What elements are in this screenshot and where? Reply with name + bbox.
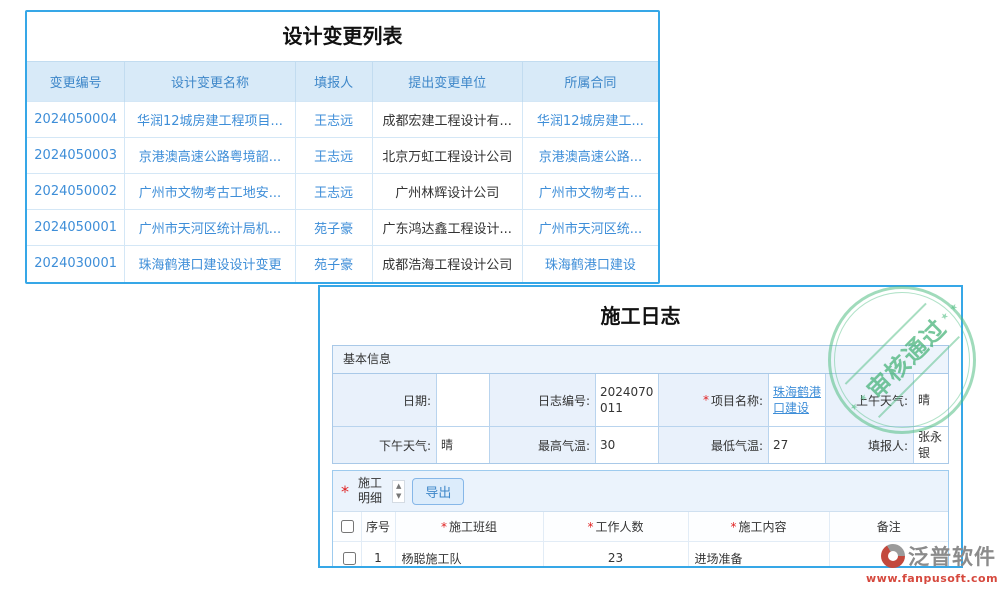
- select-all-cell: [333, 512, 361, 542]
- project-name-label: *项目名称:: [658, 374, 768, 426]
- col-reporter: 填报人: [295, 62, 372, 102]
- col-change-id: 变更编号: [27, 62, 125, 102]
- col-note: 备注: [829, 512, 948, 542]
- max-temp-label: 最高气温:: [489, 426, 595, 463]
- detail-section-label: 施工明细: [358, 476, 385, 506]
- detail-spinner: ▲ ▼: [392, 480, 405, 503]
- design-change-list-title: 设计变更列表: [27, 12, 658, 61]
- contract-link[interactable]: 京港澳高速公路...: [522, 138, 658, 174]
- col-change-name: 设计变更名称: [125, 62, 295, 102]
- row-checkbox[interactable]: [343, 552, 356, 565]
- fanpu-logo: 泛普软件 www.fanpusoft.com: [866, 541, 996, 585]
- change-name-link[interactable]: 京港澳高速公路粤境韶...: [125, 138, 295, 174]
- detail-table-header: 序号 *施工班组 *工作人数 *施工内容 备注: [333, 512, 948, 542]
- pm-weather-field: 晴: [436, 426, 489, 463]
- reporter-link[interactable]: 苑子豪: [295, 210, 372, 246]
- project-name-field: 珠海鹤港口建设: [768, 374, 825, 426]
- basic-info-section: 基本信息 日期: 日志编号: 2024070011 *项目名称: 珠海鹤港口建设…: [332, 345, 949, 464]
- project-name-link[interactable]: 珠海鹤港口建设: [773, 384, 821, 416]
- seq-cell: 1: [361, 542, 395, 569]
- construction-log-panel: 施工日志 基本信息 日期: 日志编号: 2024070011 *项目名称: 珠海…: [318, 285, 963, 568]
- table-row: 2024050002 广州市文物考古工地安... 王志远 广州林辉设计公司 广州…: [27, 174, 658, 210]
- table-row: 2024050001 广州市天河区统计局机... 苑子豪 广东鸿达鑫工程设计..…: [27, 210, 658, 246]
- change-id-link[interactable]: 2024050004: [27, 102, 125, 138]
- change-id-link[interactable]: 2024050003: [27, 138, 125, 174]
- construction-log-title: 施工日志: [320, 287, 961, 345]
- contract-link[interactable]: 华润12城房建工...: [522, 102, 658, 138]
- contract-link[interactable]: 广州市天河区统...: [522, 210, 658, 246]
- reporter-link[interactable]: 王志远: [295, 102, 372, 138]
- proposing-unit-cell: 成都浩海工程设计公司: [372, 246, 522, 282]
- min-temp-field: 27: [768, 426, 825, 463]
- reporter-link[interactable]: 王志远: [295, 138, 372, 174]
- basic-info-grid: 日期: 日志编号: 2024070011 *项目名称: 珠海鹤港口建设 上午天气…: [333, 374, 948, 463]
- col-seq: 序号: [361, 512, 395, 542]
- basic-info-header: 基本信息: [333, 346, 948, 374]
- col-workers: *工作人数: [543, 512, 688, 542]
- fanpu-logo-icon: [881, 544, 905, 568]
- change-name-link[interactable]: 华润12城房建工程项目...: [125, 102, 295, 138]
- proposing-unit-cell: 成都宏建工程设计有...: [372, 102, 522, 138]
- workers-cell: 23: [543, 542, 688, 569]
- reporter-link[interactable]: 王志远: [295, 174, 372, 210]
- detail-toolbar: * 施工明细 ▲ ▼ 导出: [333, 471, 948, 511]
- required-marker: *: [341, 482, 349, 501]
- proposing-unit-cell: 广州林辉设计公司: [372, 174, 522, 210]
- log-number-field: 2024070011: [595, 374, 658, 426]
- required-marker: *: [441, 520, 447, 534]
- spinner-up-icon[interactable]: ▲: [396, 483, 401, 490]
- detail-table: 序号 *施工班组 *工作人数 *施工内容 备注 1 杨聪施工队 23 进场准备: [333, 511, 948, 568]
- design-change-table: 变更编号 设计变更名称 填报人 提出变更单位 所属合同 2024050004 华…: [27, 61, 658, 282]
- design-change-table-header: 变更编号 设计变更名称 填报人 提出变更单位 所属合同: [27, 62, 658, 102]
- page: 设计变更列表 变更编号 设计变更名称 填报人 提出变更单位 所属合同 20240…: [0, 0, 1000, 600]
- col-team: *施工班组: [395, 512, 543, 542]
- export-button[interactable]: 导出: [412, 478, 464, 505]
- min-temp-label: 最低气温:: [658, 426, 768, 463]
- col-proposing-unit: 提出变更单位: [372, 62, 522, 102]
- row-select-cell: [333, 542, 361, 569]
- col-content: *施工内容: [688, 512, 829, 542]
- proposing-unit-cell: 北京万虹工程设计公司: [372, 138, 522, 174]
- pm-weather-label: 下午天气:: [333, 426, 436, 463]
- reporter-link[interactable]: 苑子豪: [295, 246, 372, 282]
- select-all-checkbox[interactable]: [341, 520, 354, 533]
- spinner-down-icon[interactable]: ▼: [396, 493, 401, 500]
- date-field: [436, 374, 489, 426]
- proposing-unit-cell: 广东鸿达鑫工程设计...: [372, 210, 522, 246]
- required-marker: *: [730, 520, 736, 534]
- detail-table-row: 1 杨聪施工队 23 进场准备: [333, 542, 948, 569]
- am-weather-label: 上午天气:: [825, 374, 913, 426]
- content-cell: 进场准备: [688, 542, 829, 569]
- required-marker: *: [703, 393, 709, 407]
- change-id-link[interactable]: 2024050001: [27, 210, 125, 246]
- change-id-link[interactable]: 2024030001: [27, 246, 125, 282]
- filler-field: 张永银: [913, 426, 948, 463]
- change-name-link[interactable]: 广州市文物考古工地安...: [125, 174, 295, 210]
- change-name-link[interactable]: 珠海鹤港口建设设计变更: [125, 246, 295, 282]
- change-name-link[interactable]: 广州市天河区统计局机...: [125, 210, 295, 246]
- contract-link[interactable]: 广州市文物考古...: [522, 174, 658, 210]
- log-number-label: 日志编号:: [489, 374, 595, 426]
- design-change-list-panel: 设计变更列表 变更编号 设计变更名称 填报人 提出变更单位 所属合同 20240…: [25, 10, 660, 284]
- date-label: 日期:: [333, 374, 436, 426]
- am-weather-field: 晴: [913, 374, 948, 426]
- change-id-link[interactable]: 2024050002: [27, 174, 125, 210]
- max-temp-field: 30: [595, 426, 658, 463]
- table-row: 2024030001 珠海鹤港口建设设计变更 苑子豪 成都浩海工程设计公司 珠海…: [27, 246, 658, 282]
- filler-label: 填报人:: [825, 426, 913, 463]
- fanpu-logo-url: www.fanpusoft.com: [866, 572, 996, 585]
- table-row: 2024050003 京港澳高速公路粤境韶... 王志远 北京万虹工程设计公司 …: [27, 138, 658, 174]
- contract-link[interactable]: 珠海鹤港口建设: [522, 246, 658, 282]
- col-contract: 所属合同: [522, 62, 658, 102]
- construction-detail-section: * 施工明细 ▲ ▼ 导出 序号 *施工班组 *工作人数 *施工内容: [332, 470, 949, 568]
- fanpu-logo-name: 泛普软件: [908, 541, 996, 571]
- required-marker: *: [587, 520, 593, 534]
- table-row: 2024050004 华润12城房建工程项目... 王志远 成都宏建工程设计有.…: [27, 102, 658, 138]
- team-cell: 杨聪施工队: [395, 542, 543, 569]
